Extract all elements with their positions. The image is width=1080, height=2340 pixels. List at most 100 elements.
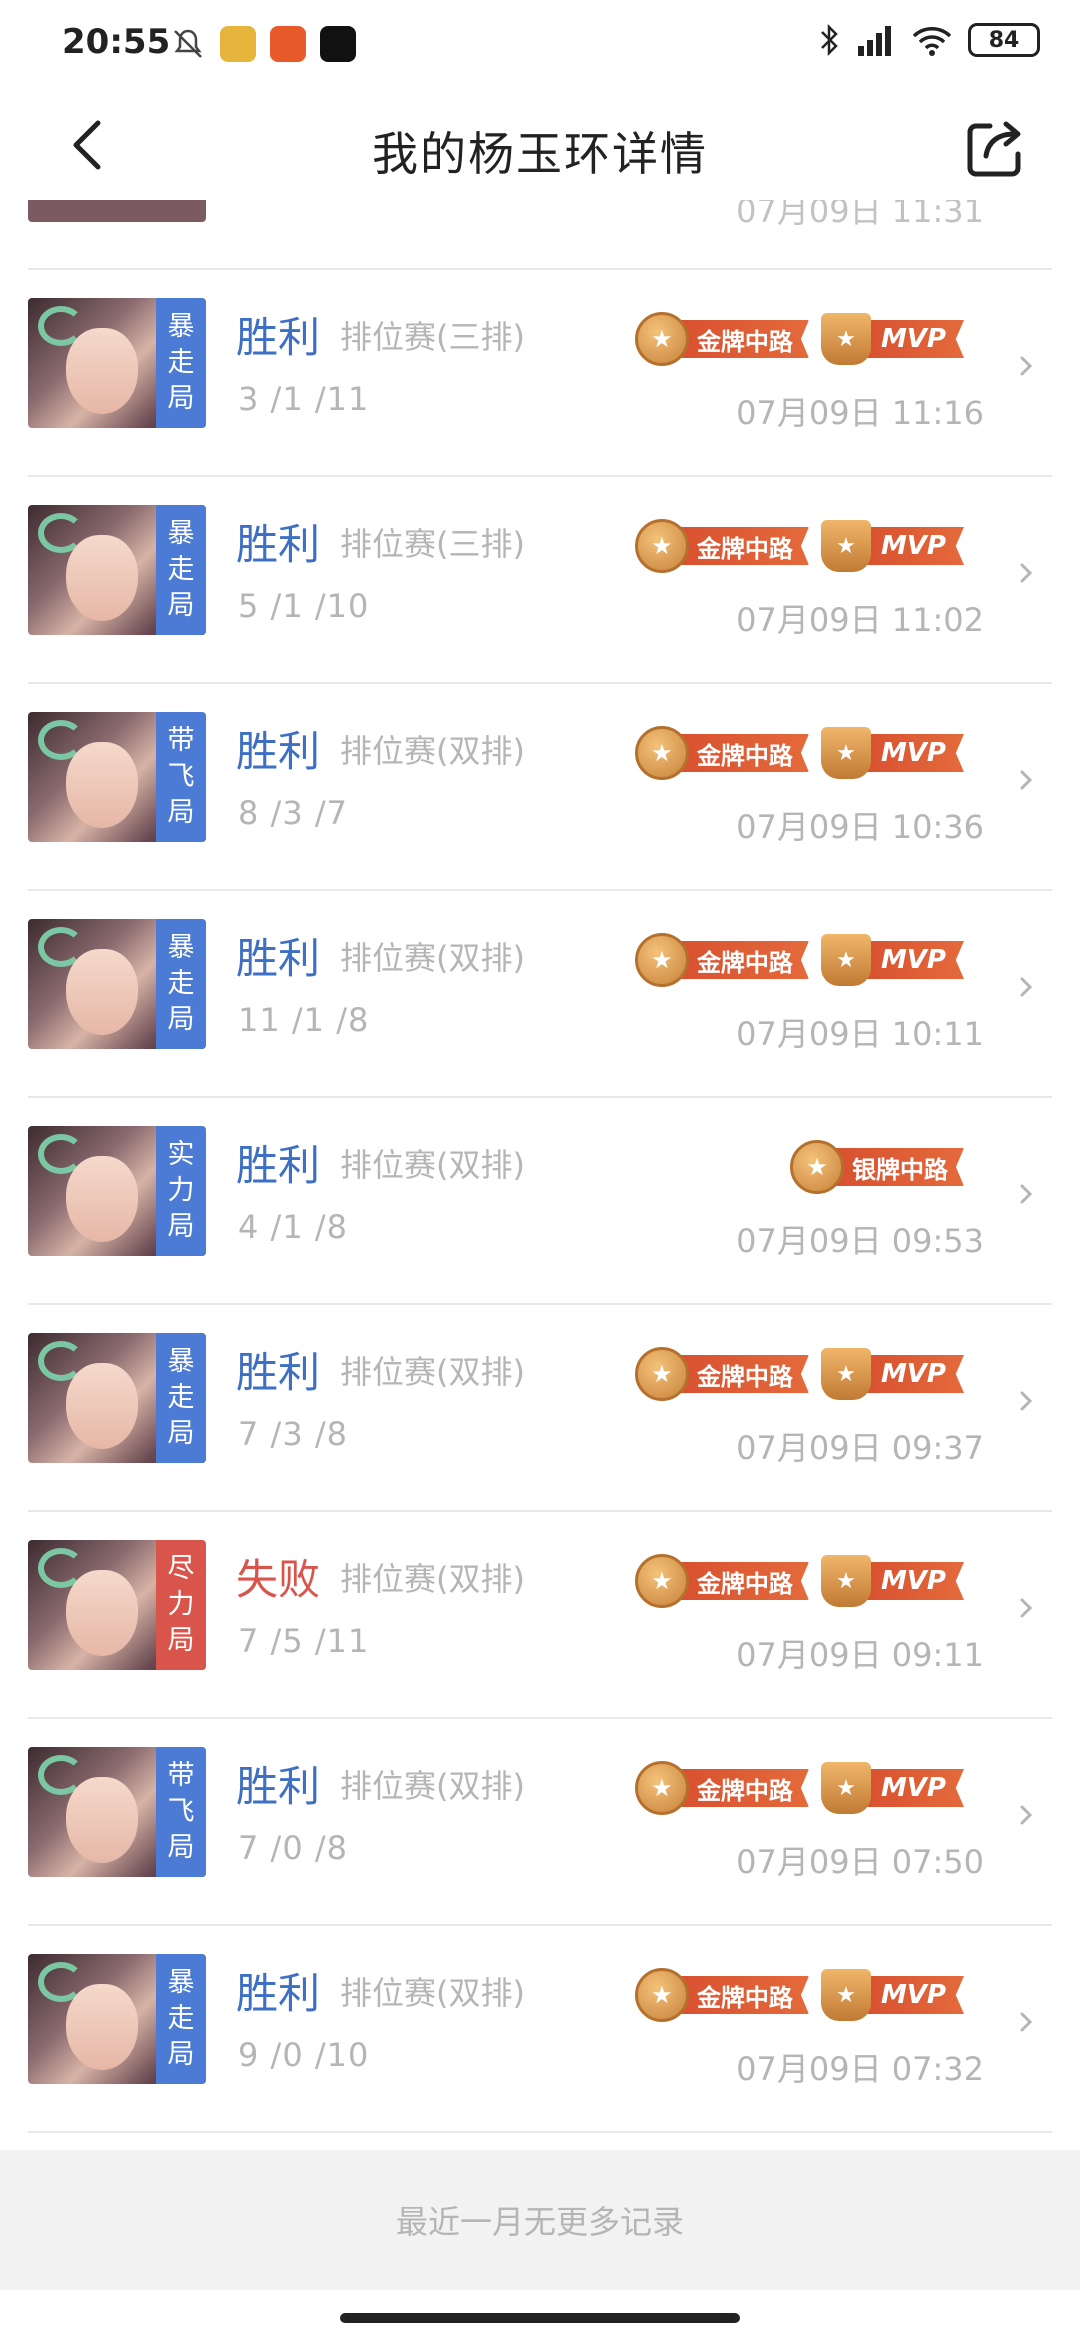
hero-avatar: 带 飞 局 <box>28 712 206 842</box>
bell-muted-icon <box>174 29 202 58</box>
match-result: 胜利 <box>236 313 321 362</box>
match-row[interactable]: 暴 走 局 胜利 排位赛(双排) 9 /0 /10 ★ 金牌中路 ★ MVP 0… <box>28 1926 1052 2133</box>
signal-icon <box>858 26 891 56</box>
star-medal-icon: ★ <box>790 1140 844 1194</box>
tag-char: 走 <box>167 347 195 378</box>
mi-app-icon <box>270 26 306 62</box>
tag-char: 局 <box>167 590 195 621</box>
match-date: 07月09日 07:50 <box>736 1843 984 1881</box>
list-item-partial[interactable]: 07月09日 11:31 <box>28 200 1052 270</box>
mvp-badge: ★ MVP <box>820 313 964 365</box>
match-row[interactable]: 暴 走 局 胜利 排位赛(三排) 5 /1 /10 ★ 金牌中路 ★ MVP 0… <box>28 477 1052 684</box>
tag-char: 带 <box>167 725 195 756</box>
match-row[interactable]: 暴 走 局 胜利 排位赛(三排) 3 /1 /11 ★ 金牌中路 ★ MVP 0… <box>28 270 1052 477</box>
status-bar: 20:55 84 <box>0 0 1080 90</box>
match-kda: 9 /0 /10 <box>238 2036 370 2074</box>
home-indicator[interactable] <box>340 2313 740 2323</box>
medal-label: 金牌中路 <box>674 320 809 358</box>
hero-avatar: 暴 走 局 <box>28 505 206 635</box>
hero-face <box>66 535 138 621</box>
medal-badge: ★ 金牌中路 <box>634 1968 809 2022</box>
match-kda: 7 /5 /11 <box>238 1622 370 1660</box>
star-medal-icon: ★ <box>634 933 689 987</box>
mvp-label: MVP <box>860 527 964 565</box>
match-tag: 实 力 局 <box>156 1126 206 1256</box>
medal-badge: ★ 银牌中路 <box>790 1140 964 1194</box>
trophy-icon: ★ <box>820 1762 871 1814</box>
match-mode: 排位赛(双排) <box>340 732 525 770</box>
match-row[interactable]: 实 力 局 胜利 排位赛(双排) 4 /1 /8 ★ 银牌中路 ★ 07月09日… <box>28 1098 1052 1305</box>
match-row[interactable]: 暴 走 局 胜利 排位赛(双排) 11 /1 /8 ★ 金牌中路 ★ MVP 0… <box>28 891 1052 1098</box>
star-medal-icon: ★ <box>634 1347 689 1401</box>
match-row[interactable]: 暴 走 局 胜利 排位赛(双排) 7 /3 /8 ★ 金牌中路 ★ MVP 07… <box>28 1305 1052 1512</box>
badge-group: ★ 金牌中路 ★ MVP <box>634 312 964 366</box>
match-date: 07月09日 09:11 <box>736 1636 984 1674</box>
star-medal-icon: ★ <box>634 726 689 780</box>
match-mode: 排位赛(双排) <box>340 1767 525 1805</box>
tag-char: 飞 <box>167 1796 195 1827</box>
tag-char: 实 <box>167 1139 195 1170</box>
hero-avatar: 暴 走 局 <box>28 919 206 1049</box>
hero-avatar: 尽 力 局 <box>28 1540 206 1670</box>
chevron-right-icon <box>1020 2012 1033 2032</box>
mvp-label: MVP <box>860 1769 964 1807</box>
match-kda: 8 /3 /7 <box>238 794 348 832</box>
match-mode: 排位赛(三排) <box>340 525 525 563</box>
hero-avatar: 暴 走 局 <box>28 1333 206 1463</box>
match-kda: 4 /1 /8 <box>238 1208 348 1246</box>
medal-badge: ★ 金牌中路 <box>634 1554 809 1608</box>
star-medal-icon: ★ <box>634 1554 689 1608</box>
tag-char: 走 <box>167 554 195 585</box>
game-app-icon <box>220 26 256 62</box>
tag-char: 飞 <box>167 761 195 792</box>
chevron-right-icon <box>1020 770 1033 790</box>
mvp-badge: ★ MVP <box>820 727 964 779</box>
match-result: 胜利 <box>236 1762 321 1811</box>
mvp-badge: ★ MVP <box>820 1348 964 1400</box>
page-title: 我的杨玉环详情 <box>372 127 708 181</box>
match-result: 胜利 <box>236 934 321 983</box>
chevron-right-icon <box>1020 1184 1033 1204</box>
mvp-label: MVP <box>860 320 964 358</box>
match-result: 胜利 <box>236 727 321 776</box>
trophy-icon: ★ <box>820 1348 871 1400</box>
match-mode: 排位赛(双排) <box>340 1560 525 1598</box>
match-mode: 排位赛(双排) <box>340 1974 525 2012</box>
tag-char: 暴 <box>167 1967 195 1998</box>
medal-badge: ★ 金牌中路 <box>634 519 809 573</box>
match-date: 07月09日 10:11 <box>736 1015 984 1053</box>
match-row[interactable]: 带 飞 局 胜利 排位赛(双排) 8 /3 /7 ★ 金牌中路 ★ MVP 07… <box>28 684 1052 891</box>
tag-char: 暴 <box>167 1346 195 1377</box>
mvp-badge: ★ MVP <box>820 1969 964 2021</box>
match-row[interactable]: 带 飞 局 胜利 排位赛(双排) 7 /0 /8 ★ 金牌中路 ★ MVP 07… <box>28 1719 1052 1926</box>
trophy-icon: ★ <box>820 313 871 365</box>
tag-char: 暴 <box>167 932 195 963</box>
medal-label: 金牌中路 <box>674 527 809 565</box>
match-date: 07月09日 11:31 <box>736 200 984 230</box>
match-kda: 11 /1 /8 <box>238 1001 370 1039</box>
match-row[interactable]: 尽 力 局 失败 排位赛(双排) 7 /5 /11 ★ 金牌中路 ★ MVP 0… <box>28 1512 1052 1719</box>
badge-group: ★ 金牌中路 ★ MVP <box>634 1554 964 1608</box>
medal-label: 金牌中路 <box>674 1976 809 2014</box>
match-mode: 排位赛(双排) <box>340 939 525 977</box>
medal-badge: ★ 金牌中路 <box>634 726 809 780</box>
mvp-label: MVP <box>860 941 964 979</box>
medal-label: 金牌中路 <box>674 1769 809 1807</box>
mvp-badge: ★ MVP <box>820 520 964 572</box>
match-result: 失败 <box>236 1555 321 1604</box>
medal-badge: ★ 金牌中路 <box>634 1347 809 1401</box>
share-icon[interactable] <box>960 112 1030 182</box>
no-more-records: 最近一月无更多记录 <box>0 2150 1080 2290</box>
star-medal-icon: ★ <box>634 312 689 366</box>
page-header: 我的杨玉环详情 <box>0 90 1080 200</box>
tag-char: 走 <box>167 1382 195 1413</box>
tag-char: 局 <box>167 1832 195 1863</box>
trophy-icon: ★ <box>820 1969 871 2021</box>
match-result: 胜利 <box>236 1348 321 1397</box>
match-kda: 5 /1 /10 <box>238 587 370 625</box>
mvp-label: MVP <box>860 1562 964 1600</box>
match-tag: 暴 走 局 <box>156 298 206 428</box>
hero-avatar: 实 力 局 <box>28 1126 206 1256</box>
mvp-label: MVP <box>860 1355 964 1393</box>
match-tag: 尽 力 局 <box>156 1540 206 1670</box>
